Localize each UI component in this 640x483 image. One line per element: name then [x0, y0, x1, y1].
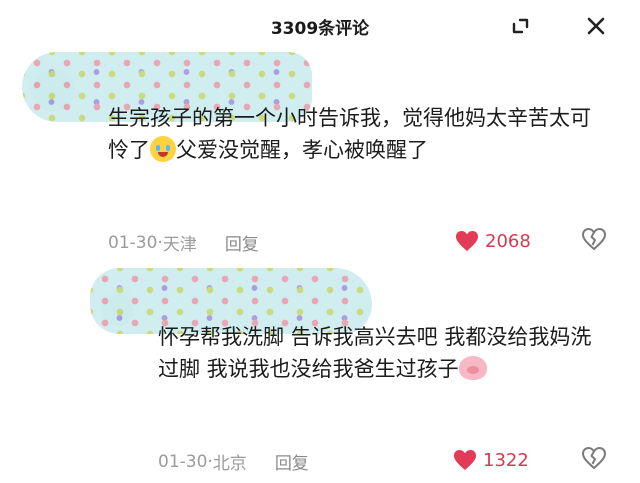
comment-text: 生完孩子的第一个小时告诉我，觉得他妈太辛苦太可怜了 父爱没觉醒，孝心被唤醒了 — [108, 102, 600, 166]
crying-laughing-emoji-icon — [150, 136, 176, 162]
expand-icon — [512, 18, 529, 34]
like-button[interactable]: 2068 — [454, 228, 531, 254]
comment-count-title: 3309条评论 — [270, 19, 370, 39]
comment-meta: 01-30 · 北京 回复 — [158, 449, 309, 475]
heart-icon — [454, 228, 480, 254]
close-button[interactable] — [578, 8, 614, 44]
like-count: 1322 — [483, 449, 529, 471]
dislike-button[interactable] — [581, 446, 607, 472]
close-icon — [587, 17, 605, 35]
comment-meta: 01-30 · 天津 回复 — [108, 230, 259, 256]
comment-text-part: 怀孕帮我洗脚 告诉我高兴去吧 我都没给我妈洗过脚 我说我也没给我爸生过孩子 — [158, 325, 592, 381]
reply-button[interactable]: 回复 — [275, 449, 309, 474]
comment-date: 01-30 — [158, 451, 208, 472]
comment-location: 天津 — [162, 235, 197, 255]
pig-face-emoji-icon — [458, 356, 487, 380]
reply-button[interactable]: 回复 — [225, 230, 259, 255]
comment-text-part: 父爱没觉醒，孝心被唤醒了 — [176, 138, 428, 162]
comments-header: 3309条评论 — [0, 0, 640, 52]
comment-text: 怀孕帮我洗脚 告诉我高兴去吧 我都没给我妈洗过脚 我说我也没给我爸生过孩子 — [158, 321, 608, 385]
expand-button[interactable] — [503, 8, 539, 44]
heart-icon — [452, 447, 478, 473]
like-button[interactable]: 1322 — [452, 447, 529, 473]
broken-heart-icon — [581, 227, 607, 251]
dislike-button[interactable] — [581, 227, 607, 253]
comment-item[interactable]: 怀孕帮我洗脚 告诉我高兴去吧 我都没给我妈洗过脚 我说我也没给我爸生过孩子 01… — [0, 265, 640, 483]
comment-item[interactable]: 生完孩子的第一个小时告诉我，觉得他妈太辛苦太可怜了 父爱没觉醒，孝心被唤醒了 01… — [0, 50, 640, 265]
comment-date: 01-30 — [108, 232, 158, 253]
like-count: 2068 — [485, 230, 531, 252]
broken-heart-icon — [581, 446, 607, 470]
comment-location: 北京 — [212, 454, 247, 474]
